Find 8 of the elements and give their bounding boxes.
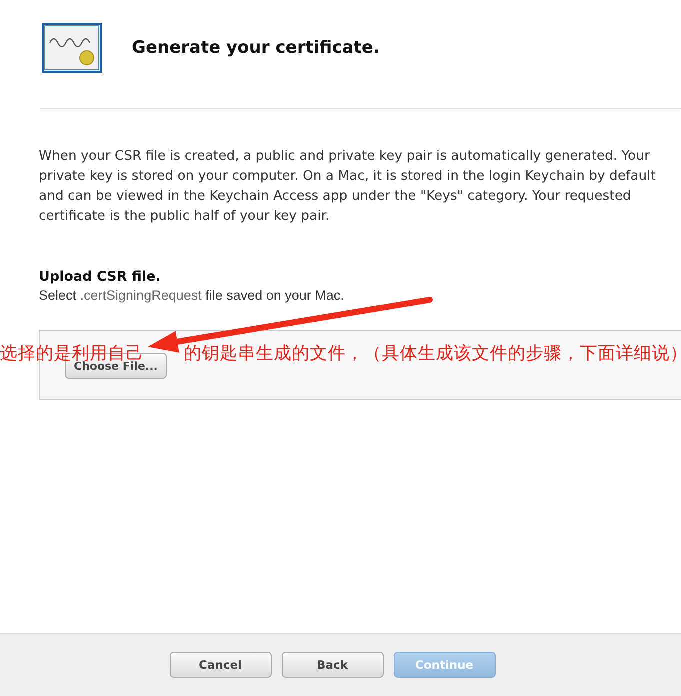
annotation-text: 的钥匙串生成的文件，（具体生成该文件的步骤，下面详细说） — [184, 343, 681, 365]
certificate-icon — [42, 23, 102, 73]
footer-button[interactable]: Cancel — [170, 652, 272, 678]
footer-button[interactable]: Back — [282, 652, 384, 678]
section-heading: Upload CSR file. — [39, 269, 162, 285]
intro-paragraph: When your CSR file is created, a public and private key pair is automatically generated. Your private key is stored on your computer. On a Mac, it is stored in the login Keychain by default and can be viewed in the Keychain Access app under the "Keys" category. Your requested certificate is the public half of your key pair. — [39, 148, 657, 226]
upload-hint: Select .certSigningRequest file saved on your Mac. — [39, 288, 346, 303]
page-title: Generate your certificate. — [132, 38, 380, 58]
